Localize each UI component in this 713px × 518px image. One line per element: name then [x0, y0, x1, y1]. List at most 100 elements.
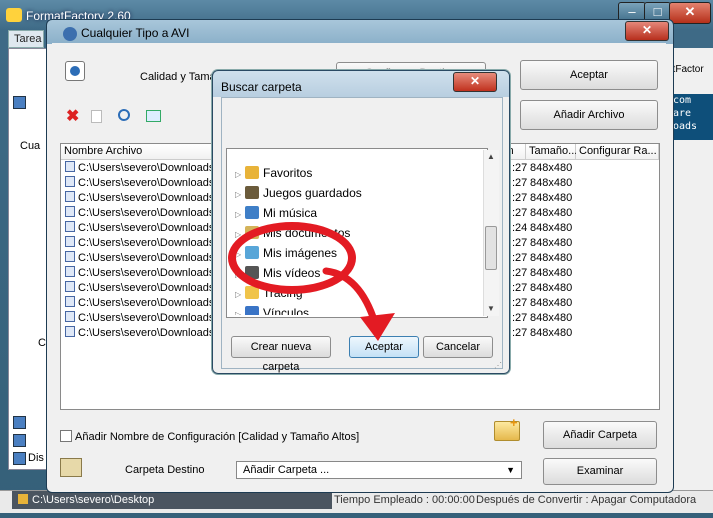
time-cell: :27: [512, 237, 528, 249]
file-name-cell: C:\Users\severo\Downloads\De: [65, 251, 231, 266]
image-icon[interactable]: [13, 434, 26, 447]
destination-folder-icon: [60, 458, 82, 477]
panel-icon: [13, 96, 26, 109]
file-icon: [65, 251, 75, 262]
time-cell: :27: [512, 282, 528, 294]
file-name-cell: C:\Users\severo\Downloads\De: [65, 266, 231, 281]
file-icon: [65, 206, 75, 217]
add-file-button[interactable]: Añadir Archivo: [520, 100, 658, 130]
file-name-cell: C:\Users\severo\Downloads\De: [65, 161, 231, 176]
column-header[interactable]: Configurar Ra...: [576, 144, 659, 160]
audio-icon[interactable]: [13, 416, 26, 429]
dialog-title: Cualquier Tipo a AVI: [81, 26, 190, 40]
close-button[interactable]: ✕: [669, 2, 711, 24]
folder-tree-item[interactable]: ▷ Mi música: [235, 203, 317, 223]
column-header[interactable]: Tamaño...: [526, 144, 577, 160]
size-cell: 848x480: [530, 237, 573, 249]
destination-label: Carpeta Destino: [125, 464, 205, 476]
file-name-cell: C:\Users\severo\Downloads\De: [65, 326, 231, 341]
folder-tree-item[interactable]: ▷ Favoritos: [235, 163, 312, 183]
app-logo-icon: [6, 8, 22, 22]
time-cell: :27: [512, 327, 528, 339]
file-icon: [65, 161, 75, 172]
size-cell: 848x480: [530, 312, 573, 324]
size-cell: 848x480: [530, 327, 573, 339]
checkbox-label: Añadir Nombre de Configuración [Calidad …: [75, 431, 360, 443]
output-path[interactable]: C:\Users\severo\Desktop: [12, 491, 332, 509]
close-button[interactable]: ✕: [625, 21, 669, 41]
add-folder-button[interactable]: Añadir Carpeta: [543, 421, 657, 449]
size-cell: 848x480: [530, 297, 573, 309]
dialog-title: Buscar carpeta: [221, 80, 302, 94]
expand-triangle-icon[interactable]: ▷: [235, 165, 245, 185]
highlight-arrow-icon: [322, 267, 395, 341]
folder-label: Mi música: [263, 206, 318, 220]
expand-triangle-icon[interactable]: ▷: [235, 305, 245, 315]
file-name-cell: C:\Users\severo\Downloads\De: [65, 236, 231, 251]
resize-grip-icon[interactable]: ⋰: [494, 361, 502, 370]
size-cell: 848x480: [530, 207, 573, 219]
delete-icon[interactable]: ✖: [66, 106, 79, 126]
file-name: C:\Users\severo\Downloads\De: [78, 252, 232, 264]
destination-select[interactable]: Añadir Carpeta ... ▼: [236, 461, 522, 479]
checkbox[interactable]: [60, 430, 72, 442]
promo-line: com: [673, 95, 692, 106]
size-cell: 848x480: [530, 222, 573, 234]
after-convert[interactable]: Después de Convertir : Apagar Computador…: [476, 494, 696, 506]
avi-dialog-icon: [63, 27, 77, 41]
file-icon: [65, 236, 75, 247]
output-path-text: C:\Users\severo\Desktop: [32, 494, 155, 506]
promo-banner[interactable]: com are oads: [668, 94, 713, 140]
folder-icon: [18, 494, 28, 504]
disc-icon[interactable]: [13, 452, 26, 465]
plus-icon: +: [510, 415, 518, 430]
left-label: C: [38, 337, 46, 349]
file-icon: [65, 266, 75, 277]
browse-button[interactable]: Examinar: [543, 458, 657, 485]
add-config-name-checkbox[interactable]: Añadir Nombre de Configuración [Calidad …: [60, 430, 359, 443]
file-icon: [65, 221, 75, 232]
file-name-cell: C:\Users\severo\Downloads\De: [65, 221, 231, 236]
time-cell: :27: [512, 162, 528, 174]
new-folder-button[interactable]: Crear nueva carpeta: [231, 336, 331, 373]
size-cell: 848x480: [530, 252, 573, 264]
accept-button[interactable]: Aceptar: [520, 60, 658, 90]
play-icon[interactable]: [118, 109, 130, 121]
file-name: C:\Users\severo\Downloads\De: [78, 237, 232, 249]
expand-triangle-icon[interactable]: ▷: [235, 205, 245, 225]
expand-triangle-icon[interactable]: ▷: [235, 285, 245, 305]
chevron-down-icon: ▼: [506, 465, 515, 475]
folder-tree-item[interactable]: ▷ Juegos guardados: [235, 183, 362, 203]
file-icon: [65, 311, 75, 322]
scrollbar[interactable]: ▲ ▼: [483, 150, 499, 316]
file-name: C:\Users\severo\Downloads\De: [78, 192, 232, 204]
time-cell: :27: [512, 192, 528, 204]
size-cell: 848x480: [530, 267, 573, 279]
file-name-cell: C:\Users\severo\Downloads\De: [65, 206, 231, 221]
time-cell: :27: [512, 252, 528, 264]
file-name: C:\Users\severo\Downloads\De: [78, 282, 232, 294]
clear-icon[interactable]: [91, 110, 102, 123]
file-name: C:\Users\severo\Downloads\De: [78, 207, 232, 219]
close-button[interactable]: ✕: [453, 72, 497, 92]
info-icon[interactable]: [146, 110, 161, 122]
scrollbar-thumb[interactable]: [485, 226, 497, 270]
file-name: C:\Users\severo\Downloads\De: [78, 177, 232, 189]
expand-triangle-icon[interactable]: ▷: [235, 185, 245, 205]
file-name: C:\Users\severo\Downloads\De: [78, 267, 232, 279]
elapsed-time: Tiempo Empleado : 00:00:00: [334, 494, 475, 506]
left-label: Cua: [20, 140, 41, 152]
file-name-cell: C:\Users\severo\Downloads\De: [65, 296, 231, 311]
cancel-button[interactable]: Cancelar: [423, 336, 493, 358]
file-name: C:\Users\severo\Downloads\De: [78, 312, 232, 324]
tab-tareas[interactable]: Tarea: [8, 30, 44, 48]
folder-label: Vínculos: [263, 306, 310, 315]
size-cell: 848x480: [530, 162, 573, 174]
time-cell: :24: [512, 222, 528, 234]
file-name-cell: C:\Users\severo\Downloads\De: [65, 311, 231, 326]
promo-line: are: [673, 108, 692, 119]
folder-tree-item[interactable]: ▷ Vínculos: [235, 303, 309, 315]
folder-icon: [245, 206, 259, 219]
scroll-down-icon[interactable]: ▼: [487, 304, 495, 313]
scroll-up-icon[interactable]: ▲: [487, 152, 495, 161]
